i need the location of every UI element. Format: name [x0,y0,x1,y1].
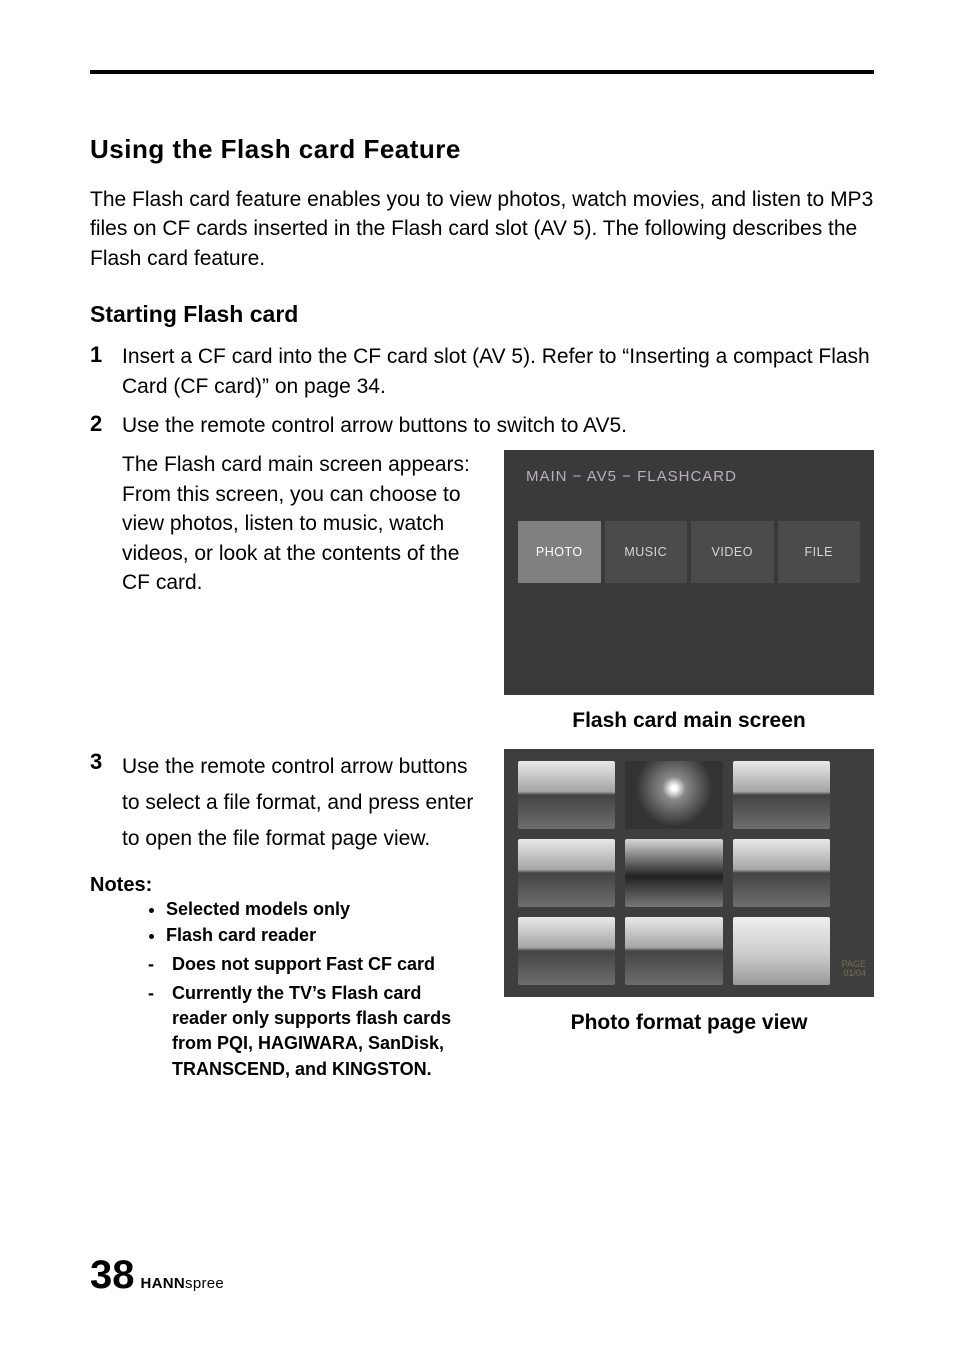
brand-thin: spree [185,1275,224,1292]
notes-label: Notes: [90,874,474,897]
brand-logo: HANNspree [141,1275,225,1292]
step3-left: 3 Use the remote control arrow buttons t… [90,749,474,1085]
flash-main-caption: Flash card main screen [504,709,874,733]
note-item: Flash card reader -Does not support Fast… [166,923,474,1082]
step-text: Use the remote control arrow buttons to … [122,749,474,856]
flash-main-block: MAIN − AV5 − FLASHCARD PHOTO MUSIC VIDEO… [504,450,874,733]
step2-detail-row: The Flash card main screen appears: From… [90,450,874,733]
photo-view-block: PAGE 01/04 Photo format page view [504,749,874,1085]
note-subitem: -Currently the TV’s Flash card reader on… [148,981,474,1082]
step-number: 2 [90,411,122,440]
brand-bold: HANN [141,1275,186,1292]
tile-music: MUSIC [605,521,688,583]
note-subtext: Does not support Fast CF card [172,952,435,977]
step3-row: 3 Use the remote control arrow buttons t… [90,749,874,1085]
photo-grid: PAGE 01/04 [504,749,874,997]
photo-thumb [625,761,722,829]
tile-photo: PHOTO [518,521,601,583]
notes-sublist: -Does not support Fast CF card -Currentl… [148,952,474,1082]
dash-icon: - [148,981,154,1082]
intro-paragraph: The Flash card feature enables you to vi… [90,185,874,273]
photo-thumb [518,917,615,985]
page-label: PAGE 01/04 [842,960,866,980]
photo-thumb [733,761,830,829]
notes-list: Selected models only Flash card reader -… [166,897,474,1081]
step-text: Insert a CF card into the CF card slot (… [122,342,874,401]
step-number: 3 [90,749,122,864]
tile-video: VIDEO [691,521,774,583]
note-text: Flash card reader [166,925,316,945]
step2-detail-text: The Flash card main screen appears: From… [122,450,474,733]
photo-thumb [733,917,830,985]
step-number: 1 [90,342,122,401]
photo-thumb [625,839,722,907]
step-1: 1 Insert a CF card into the CF card slot… [90,342,874,401]
top-divider [90,70,874,74]
step-3: 3 Use the remote control arrow buttons t… [90,749,474,864]
page-label-text: PAGE [842,959,866,969]
flash-main-screen: MAIN − AV5 − FLASHCARD PHOTO MUSIC VIDEO… [504,450,874,695]
dash-icon: - [148,952,154,977]
page-label-count: 01/04 [843,968,866,978]
photo-thumb [518,761,615,829]
section-title: Using the Flash card Feature [90,134,874,165]
page-number: 38 [90,1253,135,1298]
photo-thumb [733,839,830,907]
tile-file: FILE [778,521,861,583]
step-list: 1 Insert a CF card into the CF card slot… [90,342,874,440]
page-footer: 38 HANNspree [90,1253,224,1298]
step-text: Use the remote control arrow buttons to … [122,411,627,440]
tile-row: PHOTO MUSIC VIDEO FILE [504,485,874,583]
sub-title: Starting Flash card [90,301,874,328]
photo-view-caption: Photo format page view [504,1011,874,1035]
step-2: 2 Use the remote control arrow buttons t… [90,411,874,440]
photo-thumb [518,839,615,907]
note-subtext: Currently the TV’s Flash card reader onl… [172,981,474,1082]
breadcrumb: MAIN − AV5 − FLASHCARD [504,450,874,485]
note-subitem: -Does not support Fast CF card [148,952,474,977]
note-item: Selected models only [166,897,474,922]
photo-thumb [625,917,722,985]
